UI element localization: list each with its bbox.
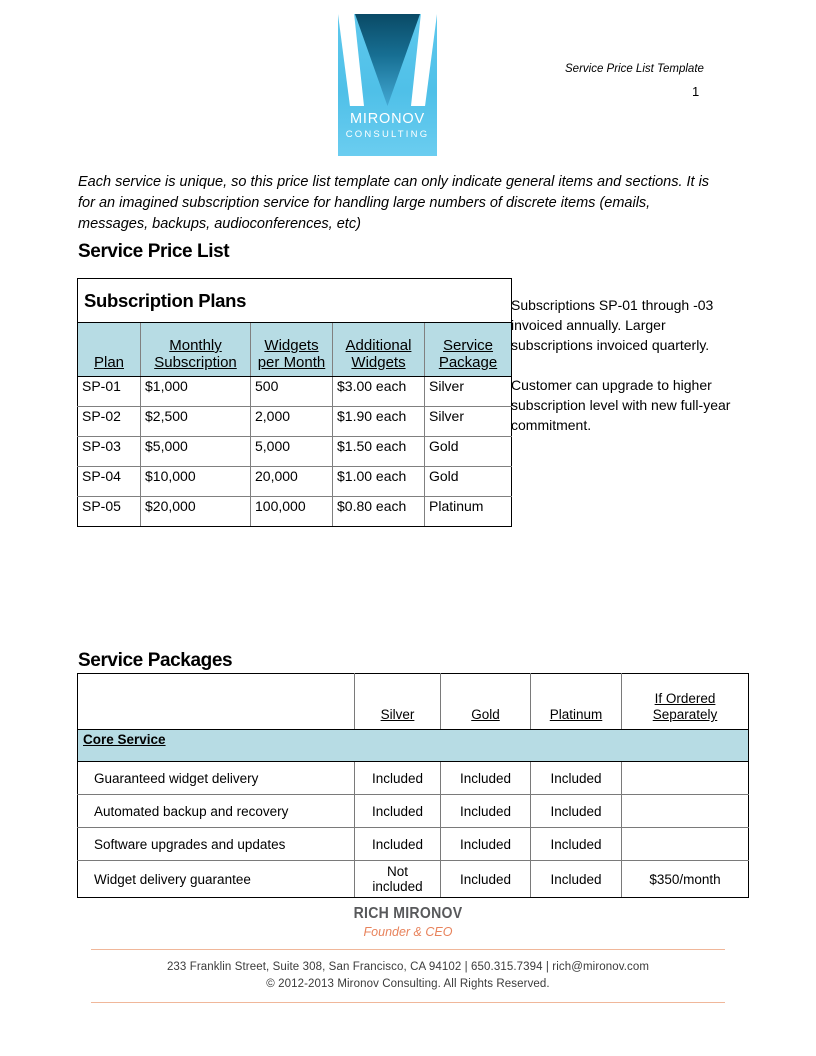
logo-company-name: MIRONOV [350, 111, 425, 127]
column-header-if-ordered-separately: If Ordered Separately [621, 673, 749, 730]
side-note-paragraph-1: Subscriptions SP-01 through -03 invoiced… [511, 297, 714, 353]
table-cell: $350/month [621, 860, 749, 898]
table-row: SP-04 $10,000 20,000 $1.00 each Gold [77, 466, 513, 497]
table-row: SP-03 $5,000 5,000 $1.50 each Gold [77, 436, 513, 467]
table-cell: Included [530, 794, 622, 828]
table-cell: Included [354, 827, 441, 861]
page-number: 1 [692, 84, 700, 99]
table-cell: Included [440, 794, 531, 828]
table-row: SP-05 $20,000 100,000 $0.80 each Platinum [77, 496, 513, 527]
page-header: MIRONOV CONSULTING Service Price List Te… [0, 0, 816, 165]
table-cell: $0.80 each [332, 496, 425, 527]
table-cell: $2,500 [140, 406, 251, 437]
table-header-row: Plan Monthly Subscription Widgets per Month A… [77, 322, 513, 377]
table-row: Widget delivery guarantee Not included Inc… [77, 860, 749, 898]
table-cell: $3.00 each [332, 376, 425, 407]
table-cell: Included [440, 860, 531, 898]
table-cell: SP-04 [77, 466, 141, 497]
footer-copyright: © 2012-2013 Mironov Consulting. All Righ… [266, 978, 550, 990]
side-note-paragraph-2: Customer can upgrade to higher subscript… [511, 377, 731, 433]
table-cell: Silver [423, 376, 513, 407]
table-title-row: Subscription Plans [76, 278, 513, 323]
service-packages-heading: Service Packages [78, 650, 233, 671]
table-cell: $10,000 [140, 466, 251, 497]
feature-name-cell: Automated backup and recovery [77, 794, 355, 828]
table-row: SP-02 $2,500 2,000 $1.90 each Silver [77, 406, 513, 437]
column-header-plan: Plan [77, 322, 141, 377]
footer-divider-top [91, 949, 725, 950]
subscription-side-note: Subscriptions SP-01 through -03 invoiced… [511, 295, 751, 435]
table-cell: Included [354, 761, 441, 795]
table-row: SP-01 $1,000 500 $3.00 each Silver [77, 376, 513, 407]
table-cell: Included [354, 794, 441, 828]
table-cell: 20,000 [250, 466, 333, 497]
service-packages-table: Silver Gold Platinum If Ordered Separately Co… [77, 673, 749, 898]
table-cell: $20,000 [140, 496, 251, 527]
table-cell: Silver [423, 406, 513, 437]
table-cell: Not included [354, 860, 441, 898]
table-cell: Platinum [423, 496, 513, 527]
table-cell: $1.90 each [332, 406, 425, 437]
footer-person-role: Founder & CEO [363, 925, 453, 939]
logo-v-shape-icon [355, 14, 420, 106]
table-row: Guaranteed widget delivery Included Includ… [77, 761, 749, 795]
table-cell: 5,000 [250, 436, 333, 467]
feature-name-cell: Guaranteed widget delivery [77, 761, 355, 795]
table-row: Automated backup and recovery Included Inc… [77, 794, 749, 828]
column-header-additional-widgets: Additional Widgets [332, 322, 425, 377]
table-cell: 500 [250, 376, 333, 407]
table-cell: 2,000 [250, 406, 333, 437]
table-cell: $1,000 [140, 376, 251, 407]
table-cell [621, 761, 749, 795]
table-row: Software upgrades and updates Included Inc… [77, 827, 749, 861]
table-header-row: Silver Gold Platinum If Ordered Separately [77, 673, 749, 730]
table-cell: $1.50 each [332, 436, 425, 467]
table-cell: SP-03 [77, 436, 141, 467]
footer-divider-bottom [91, 1002, 725, 1003]
logo-company-subtitle: CONSULTING [345, 129, 430, 140]
footer-address: 233 Franklin Street, Suite 308, San Fran… [166, 961, 650, 973]
table-cell [621, 827, 749, 861]
page-footer: RICH MIRONOV Founder & CEO 233 Franklin … [0, 905, 816, 1003]
feature-name-cell: Widget delivery guarantee [77, 860, 355, 898]
table-group-row: Core Service [77, 729, 749, 762]
table-cell: Included [530, 761, 622, 795]
table-cell: SP-05 [77, 496, 141, 527]
column-header-widgets-per-month: Widgets per Month [250, 322, 333, 377]
table-cell: Included [440, 827, 531, 861]
table-cell: Gold [423, 466, 513, 497]
table-cell: $1.00 each [332, 466, 425, 497]
column-header-gold: Gold [440, 673, 531, 730]
subscription-plans-table: Subscription Plans Plan Monthly Subscriptio… [76, 278, 513, 527]
footer-person-name: RICH MIRONOV [353, 905, 463, 922]
table-cell: Gold [423, 436, 513, 467]
column-header-monthly-subscription: Monthly Subscription [140, 322, 251, 377]
table-cell: Included [530, 827, 622, 861]
group-label-core-service: Core Service [77, 729, 749, 762]
table-cell: $5,000 [140, 436, 251, 467]
column-header-service-package: Service Package [423, 322, 513, 377]
table-cell [621, 794, 749, 828]
column-header-platinum: Platinum [530, 673, 622, 730]
column-header-feature [77, 673, 355, 730]
table-cell: Included [530, 860, 622, 898]
mironov-consulting-logo: MIRONOV CONSULTING [338, 14, 437, 156]
column-header-silver: Silver [354, 673, 441, 730]
table-cell: Included [440, 761, 531, 795]
table-cell: SP-02 [77, 406, 141, 437]
table-cell: SP-01 [77, 376, 141, 407]
subscription-plans-title: Subscription Plans [76, 278, 513, 323]
document-page: MIRONOV CONSULTING Service Price List Te… [0, 0, 816, 1056]
page-title: Service Price List [78, 241, 230, 262]
document-title: Service Price List Template [565, 63, 704, 75]
intro-paragraph: Each service is unique, so this price li… [78, 174, 710, 232]
table-cell: 100,000 [250, 496, 333, 527]
feature-name-cell: Software upgrades and updates [77, 827, 355, 861]
